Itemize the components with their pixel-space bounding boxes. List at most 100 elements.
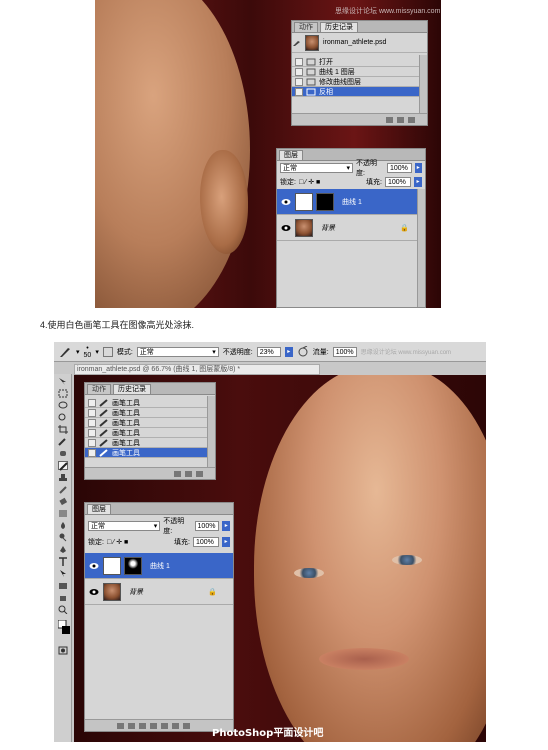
adjustment-layer-icon[interactable] <box>149 722 157 729</box>
flow-input[interactable]: 100% <box>332 346 357 357</box>
new-snapshot-icon[interactable] <box>174 470 181 477</box>
type-tool-icon[interactable] <box>58 557 68 566</box>
blend-mode-select[interactable]: 正常 ▾ <box>88 521 161 531</box>
lock-icon: 🔒 <box>400 224 409 232</box>
layer-row-background[interactable]: 背景 🔒 <box>277 215 425 241</box>
tab-actions[interactable]: 动作 <box>294 22 318 32</box>
lasso-tool-icon[interactable] <box>58 401 68 410</box>
marquee-tool-icon[interactable] <box>58 389 68 398</box>
quick-select-tool-icon[interactable] <box>58 413 68 422</box>
history-item[interactable]: 修改曲线图层 <box>292 77 427 87</box>
hand-tool-icon[interactable] <box>58 593 68 602</box>
layers-scrollbar[interactable] <box>417 189 425 307</box>
blend-mode-select[interactable]: 正常 ▾ <box>280 163 354 173</box>
history-item[interactable]: 画笔工具 <box>85 398 215 408</box>
history-item[interactable]: 画笔工具 <box>85 418 215 428</box>
opacity-input[interactable]: 23% <box>256 346 281 357</box>
crop-tool-icon[interactable] <box>58 425 68 434</box>
shape-tool-icon[interactable] <box>58 581 68 590</box>
trash-icon[interactable] <box>408 116 415 123</box>
dodge-tool-icon[interactable] <box>58 533 68 542</box>
move-tool-icon[interactable] <box>58 377 68 386</box>
history-item[interactable]: 曲线 1 图层 <box>292 67 427 77</box>
pressure-opacity-icon[interactable] <box>297 345 309 358</box>
history-checkbox[interactable] <box>88 428 96 437</box>
healing-brush-tool-icon[interactable] <box>58 449 68 458</box>
history-checkbox[interactable] <box>295 67 303 76</box>
tab-layers[interactable]: 图层 <box>279 150 303 160</box>
history-checkbox[interactable] <box>88 398 96 407</box>
quick-mask-icon[interactable] <box>58 646 68 655</box>
history-item[interactable]: 画笔工具 <box>85 438 215 448</box>
history-scrollbar[interactable] <box>419 55 427 113</box>
history-checkbox[interactable] <box>295 57 303 66</box>
tab-layers[interactable]: 图层 <box>87 504 111 514</box>
zoom-tool-icon[interactable] <box>58 605 68 615</box>
brush-preset-picker[interactable]: • 50 <box>84 345 92 359</box>
trash-icon[interactable] <box>182 722 190 729</box>
brush-tool-icon[interactable] <box>58 461 68 471</box>
eye-icon[interactable] <box>89 562 99 570</box>
eye-icon[interactable] <box>89 588 99 596</box>
clone-stamp-tool-icon[interactable] <box>58 473 68 482</box>
trash-icon[interactable] <box>196 470 203 477</box>
eyedropper-tool-icon[interactable] <box>58 437 68 446</box>
fill-input[interactable]: 100% <box>193 537 219 547</box>
add-mask-icon[interactable] <box>138 722 146 729</box>
history-item-selected[interactable]: 画笔工具 <box>85 448 215 458</box>
brush-panel-icon[interactable] <box>102 346 113 357</box>
camera-icon[interactable] <box>397 116 404 123</box>
opacity-arrow-icon[interactable]: ▸ <box>414 163 423 173</box>
tools-panel <box>54 374 72 742</box>
layer-row-background[interactable]: 背景 🔒 <box>85 579 233 605</box>
chevron-down-icon[interactable]: ▾ <box>95 348 99 356</box>
opacity-arrow-icon[interactable]: ▸ <box>222 521 230 531</box>
layer-row-curves[interactable]: 曲线 1 <box>277 189 425 215</box>
document-title[interactable]: ironman_athlete.psd @ 66.7% (曲线 1, 图层蒙版/… <box>74 364 320 375</box>
history-brush-tool-icon[interactable] <box>58 485 68 494</box>
history-item-selected[interactable]: 反相 <box>292 87 427 97</box>
layer-mask-thumbnail[interactable] <box>124 556 142 575</box>
history-checkbox[interactable] <box>88 438 96 447</box>
tab-actions[interactable]: 动作 <box>87 384 111 394</box>
opacity-input[interactable]: 100% <box>194 521 220 531</box>
chevron-down-icon[interactable]: ▾ <box>76 348 80 356</box>
layer-row-curves[interactable]: 曲线 1 <box>85 553 233 579</box>
opacity-input[interactable]: 100% <box>386 163 412 173</box>
mode-select[interactable]: 正常 ▾ <box>136 346 219 357</box>
new-layer-icon[interactable] <box>171 722 179 729</box>
blur-tool-icon[interactable] <box>58 521 68 530</box>
brush-tool-icon[interactable] <box>58 346 72 358</box>
lock-icons[interactable]: □ ⁄ ✛ ■ <box>107 538 128 546</box>
link-layers-icon[interactable] <box>116 722 124 729</box>
color-swatches-icon[interactable] <box>57 619 70 636</box>
eraser-tool-icon[interactable] <box>58 497 68 506</box>
eye-icon[interactable] <box>281 198 291 206</box>
tab-history[interactable]: 历史记录 <box>320 22 358 32</box>
gradient-tool-icon[interactable] <box>58 509 68 518</box>
camera-icon[interactable] <box>185 470 192 477</box>
pen-tool-icon[interactable] <box>58 545 68 554</box>
fx-icon[interactable] <box>127 722 135 729</box>
history-scrollbar[interactable] <box>207 396 215 467</box>
lock-icons[interactable]: □ ⁄ ✛ ■ <box>299 178 320 186</box>
history-item[interactable]: 画笔工具 <box>85 408 215 418</box>
fill-arrow-icon[interactable]: ▸ <box>414 177 422 187</box>
history-checkbox[interactable] <box>88 448 96 457</box>
tab-history[interactable]: 历史记录 <box>113 384 151 394</box>
history-item[interactable]: 打开 <box>292 57 427 67</box>
history-item[interactable]: 画笔工具 <box>85 428 215 438</box>
new-group-icon[interactable] <box>160 722 168 729</box>
new-snapshot-icon[interactable] <box>386 116 393 123</box>
fill-input[interactable]: 100% <box>385 177 411 187</box>
history-checkbox[interactable] <box>295 87 303 96</box>
path-selection-tool-icon[interactable] <box>58 569 68 578</box>
layer-mask-thumbnail[interactable] <box>316 192 334 211</box>
fill-arrow-icon[interactable]: ▸ <box>222 537 230 547</box>
opacity-arrow-icon[interactable]: ▸ <box>284 346 293 357</box>
history-checkbox[interactable] <box>88 418 96 427</box>
eye-icon[interactable] <box>281 224 291 232</box>
history-checkbox[interactable] <box>88 408 96 417</box>
history-snapshot[interactable]: ironman_athlete.psd <box>292 33 427 53</box>
history-checkbox[interactable] <box>295 77 303 86</box>
